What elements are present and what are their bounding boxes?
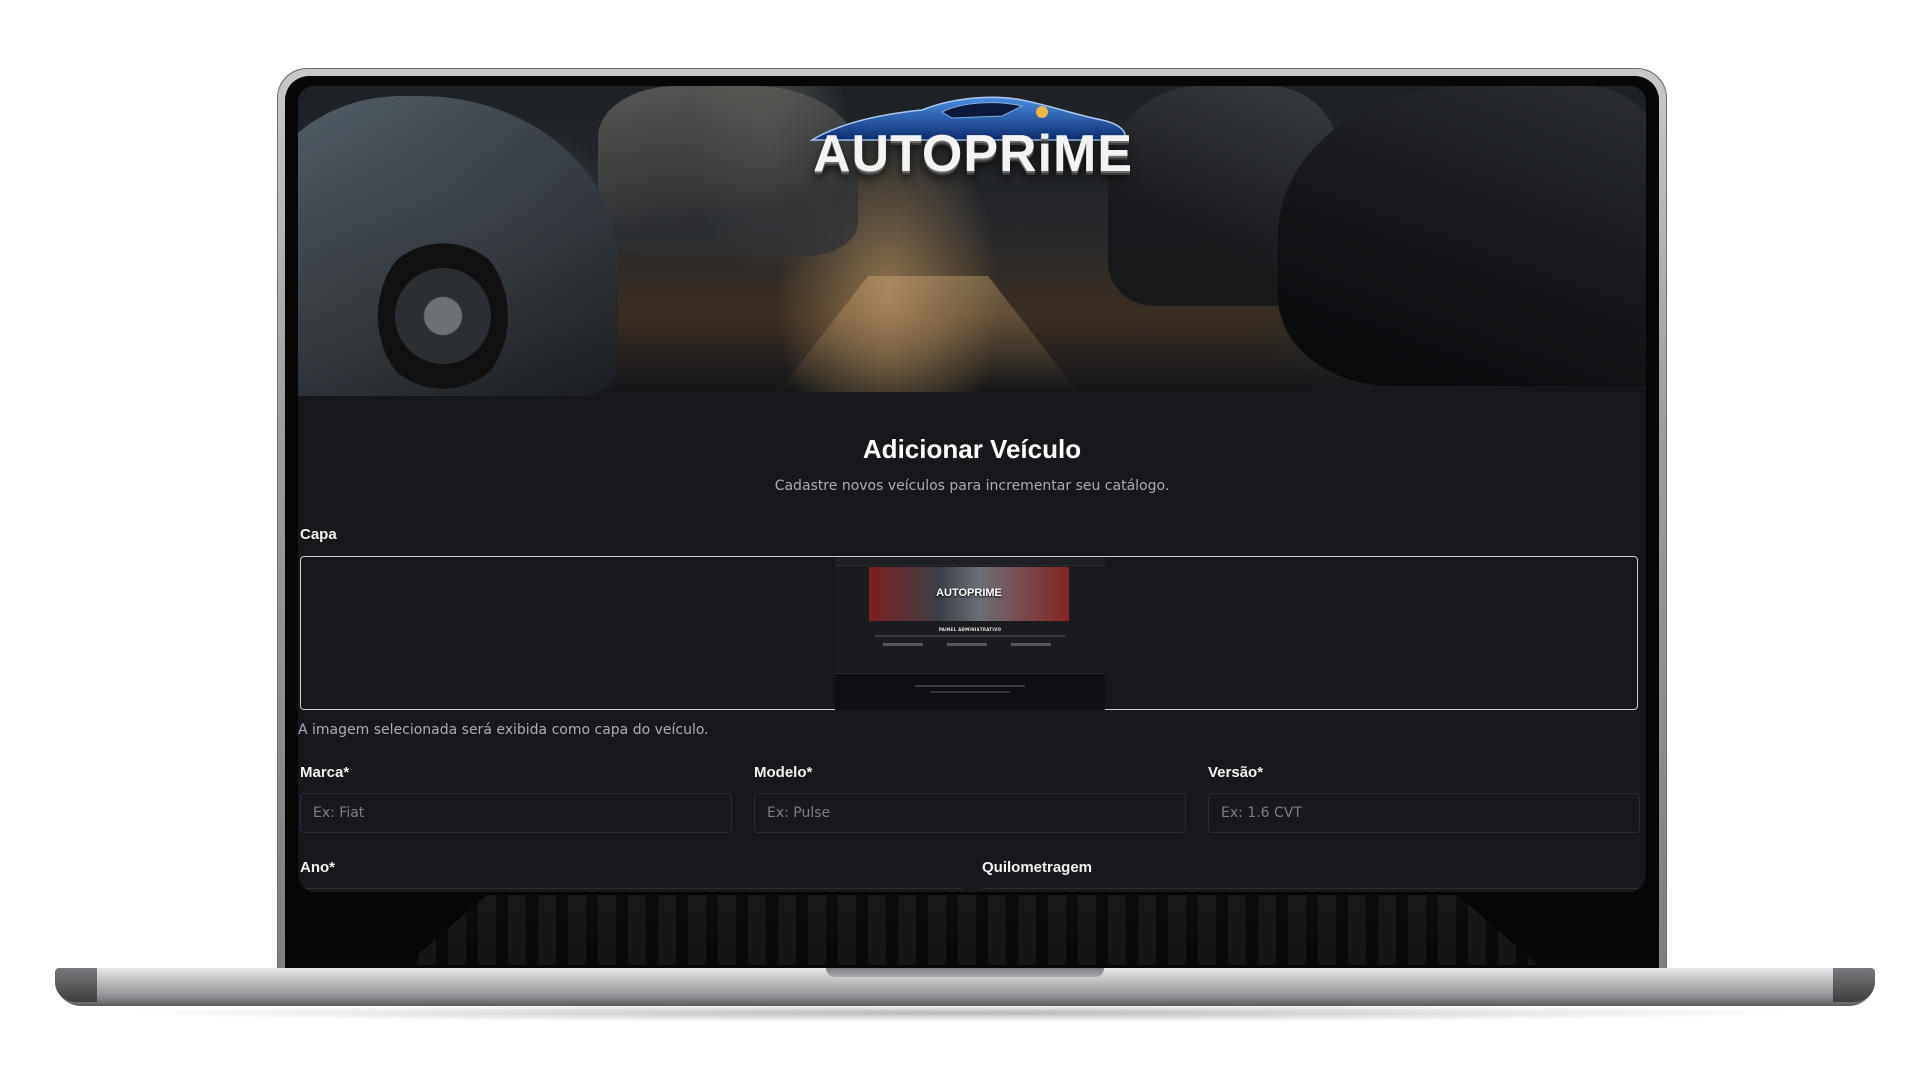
cover-image-upload[interactable]: AUTOPRIME PAINEL ADMINISTRATIVO bbox=[300, 556, 1638, 710]
preview-links bbox=[883, 643, 1063, 646]
laptop-screen: AUTOPRiME Adicionar Veículo Cadastre nov… bbox=[298, 86, 1646, 892]
preview-navbar bbox=[835, 557, 1105, 566]
ano-label: Ano* bbox=[300, 859, 335, 876]
cover-image-preview: AUTOPRIME PAINEL ADMINISTRATIVO bbox=[835, 557, 1105, 710]
keyboard-reflection bbox=[405, 895, 1539, 965]
hero-car-image bbox=[1278, 86, 1646, 386]
laptop-base-notch bbox=[826, 968, 1104, 977]
page-subtitle: Cadastre novos veículos para incrementar… bbox=[774, 478, 1170, 494]
preview-footer-line bbox=[915, 685, 1025, 687]
laptop-shadow bbox=[110, 1004, 1810, 1022]
cover-label: Capa bbox=[300, 526, 337, 543]
versao-label: Versão* bbox=[1208, 764, 1264, 781]
preview-text-line bbox=[875, 635, 1065, 637]
ano-input[interactable] bbox=[300, 888, 962, 892]
hero-floor-light bbox=[778, 276, 1078, 392]
laptop-base-edge bbox=[55, 968, 97, 1002]
modelo-label: Modelo* bbox=[754, 764, 813, 781]
preview-footer-line bbox=[930, 691, 1010, 693]
brand-logo[interactable]: AUTOPRiME bbox=[788, 88, 1158, 188]
preview-logo-text: AUTOPRIME bbox=[936, 587, 1002, 599]
quilometragem-input[interactable] bbox=[982, 888, 1640, 892]
marca-label: Marca* bbox=[300, 764, 350, 781]
modelo-input[interactable] bbox=[754, 793, 1186, 833]
cover-helper-text: A imagem selecionada será exibida como c… bbox=[298, 722, 709, 738]
brand-logo-text: AUTOPRiME bbox=[812, 125, 1134, 183]
marca-input[interactable] bbox=[300, 793, 732, 833]
hero-banner: AUTOPRiME bbox=[298, 86, 1646, 396]
hero-wheel-image bbox=[378, 236, 508, 396]
preview-title: PAINEL ADMINISTRATIVO bbox=[938, 627, 1002, 632]
versao-input[interactable] bbox=[1208, 793, 1640, 833]
page-title: Adicionar Veículo bbox=[862, 434, 1082, 464]
quilometragem-label: Quilometragem bbox=[982, 859, 1093, 876]
